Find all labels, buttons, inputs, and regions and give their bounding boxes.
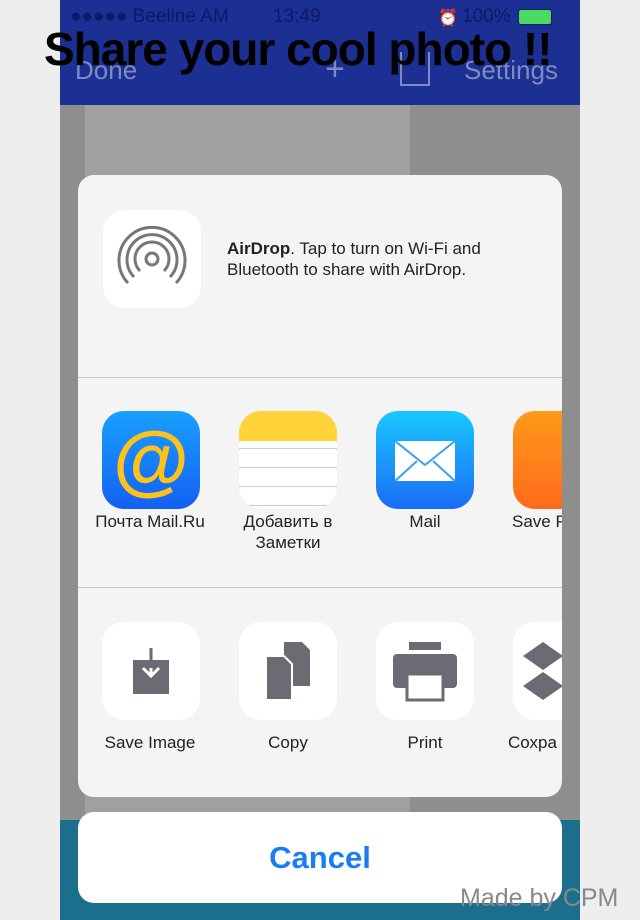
footer-credit: Made by CPM [460,884,619,912]
mail-app-icon[interactable] [376,411,474,509]
actions-row: Save Image Copy Print Сохра Drop [78,588,562,797]
copy-icon[interactable] [239,622,337,720]
copy-label: Copy [268,733,308,752]
dropbox-icon[interactable] [513,622,562,720]
share-sheet: AirDrop. Tap to turn on Wi-Fi and Blueto… [78,175,562,797]
dropbox-label: Сохра Drop [508,733,562,752]
notes-app-icon[interactable] [239,411,337,509]
airdrop-icon [103,210,201,308]
ibooks-app-icon[interactable] [513,411,562,509]
overlay-title: Share your cool photo !! [44,23,553,75]
apps-row: @ Почта Mail.Ru Добавить в Заметки Mail … [78,378,562,588]
airdrop-title: AirDrop [227,239,291,258]
notes-label: Добавить в Заметки [243,512,333,552]
mailru-app-icon[interactable]: @ [102,411,200,509]
ibooks-label: Save P iBo [512,512,562,531]
mail-label: Mail [409,512,441,531]
save-image-label: Save Image [104,733,196,752]
save-image-icon[interactable] [102,622,200,720]
mailru-label: Почта Mail.Ru [95,512,205,531]
airdrop-section[interactable]: AirDrop. Tap to turn on Wi-Fi and Blueto… [78,175,562,378]
print-label: Print [407,733,443,752]
print-icon[interactable] [376,622,474,720]
airdrop-text: AirDrop. Tap to turn on Wi-Fi and Blueto… [227,238,527,280]
